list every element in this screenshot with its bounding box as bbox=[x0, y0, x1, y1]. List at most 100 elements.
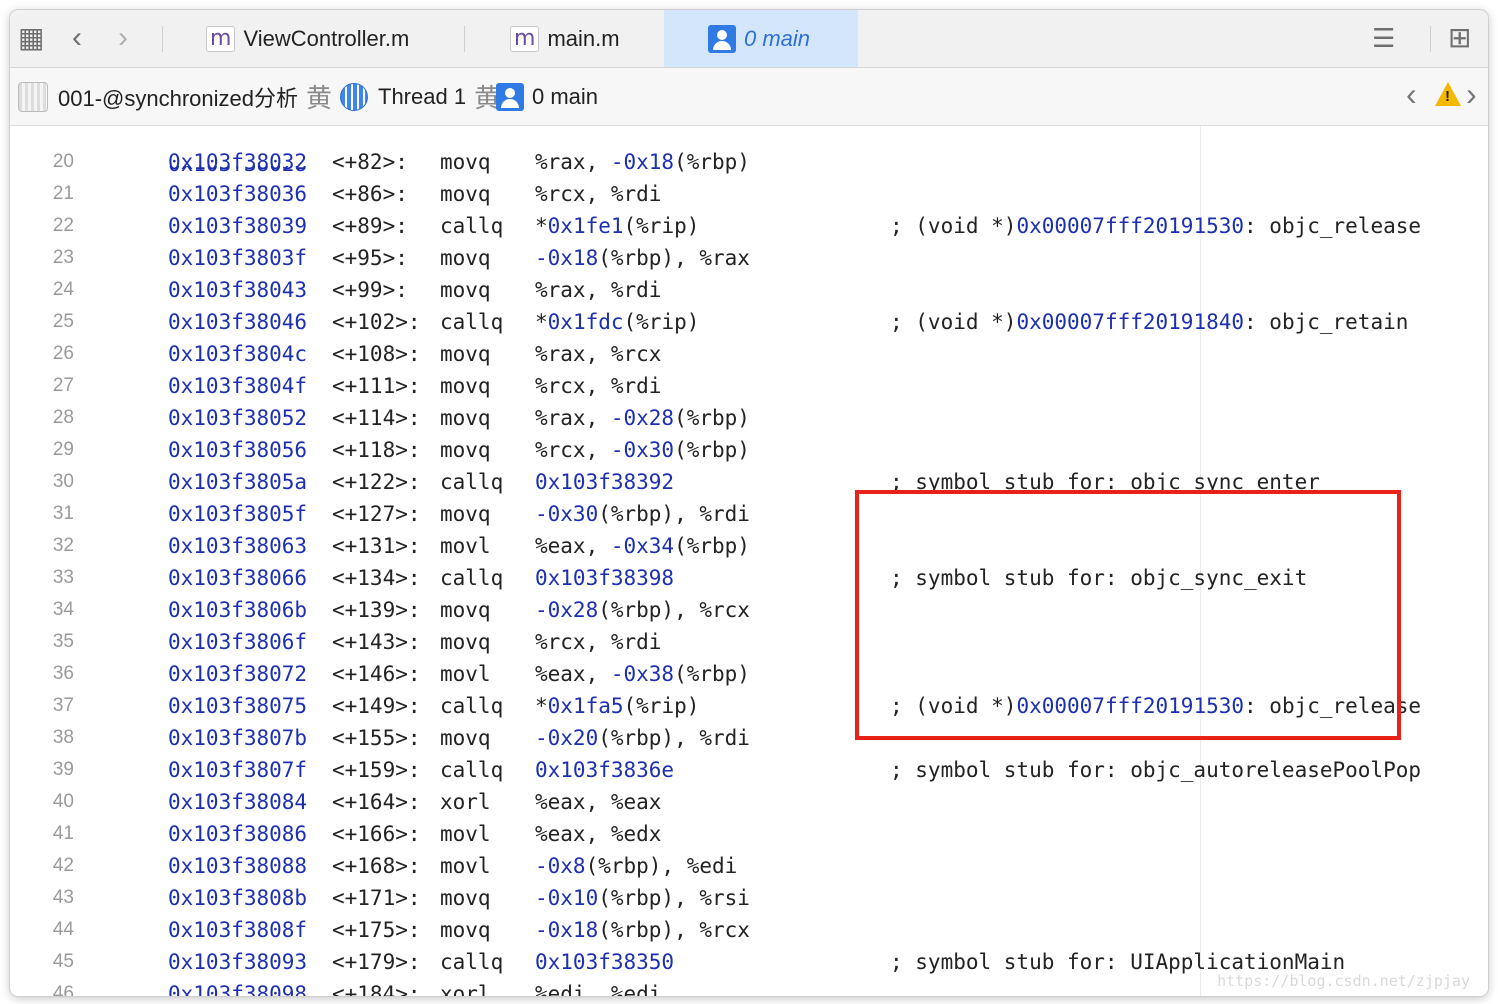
line-number: 34 bbox=[52, 599, 74, 620]
instruction-offset: <+89>: bbox=[332, 214, 408, 238]
instruction-opcode: movq bbox=[440, 630, 491, 654]
jump-bar: 001-@synchronized分析 ⻩ Thread 1 ⻩ 0 main … bbox=[10, 68, 1488, 126]
instruction-operands: *0x1fe1(%rip) bbox=[535, 214, 700, 238]
instruction-operands: 0x103f38398 bbox=[535, 566, 675, 590]
instruction-address: 0x103f38086 bbox=[168, 822, 308, 846]
line-number: 29 bbox=[52, 439, 74, 460]
instruction-address: 0x103f38056 bbox=[168, 438, 308, 462]
line-number: 46 bbox=[52, 983, 74, 996]
instruction-offset: <+134>: bbox=[332, 566, 421, 590]
line-number: 26 bbox=[52, 343, 74, 364]
instruction-offset: <+86>: bbox=[332, 182, 408, 206]
editor-options-icon[interactable]: ☰ bbox=[1372, 24, 1395, 52]
instruction-offset: <+99>: bbox=[332, 278, 408, 302]
instruction-address: 0x103f38036 bbox=[168, 182, 308, 206]
instruction-operands: -0x28(%rbp), %rcx bbox=[535, 598, 750, 622]
instruction-offset: <+82>: bbox=[332, 150, 408, 174]
instruction-opcode: movl bbox=[440, 822, 491, 846]
instruction-address: 0x103f3807b bbox=[168, 726, 308, 750]
forward-icon[interactable]: › bbox=[118, 23, 128, 53]
partial-line: 0x103f38028 bbox=[168, 152, 308, 176]
instruction-operands: -0x10(%rbp), %rsi bbox=[535, 886, 750, 910]
instruction-address: 0x103f38039 bbox=[168, 214, 308, 238]
back-icon[interactable]: ‹ bbox=[72, 23, 82, 53]
instruction-address: 0x103f38063 bbox=[168, 534, 308, 558]
instruction-operands: %edi, %edi bbox=[535, 982, 662, 996]
instruction-opcode: movq bbox=[440, 278, 491, 302]
instruction-offset: <+155>: bbox=[332, 726, 421, 750]
line-number: 42 bbox=[52, 855, 74, 876]
instruction-operands: *0x1fdc(%rip) bbox=[535, 310, 700, 334]
breadcrumb-project-label: 001-@synchronized分析 bbox=[58, 85, 298, 111]
instruction-address: 0x103f38088 bbox=[168, 854, 308, 878]
instruction-comment: ; symbol stub for: objc_autoreleasePoolP… bbox=[890, 758, 1422, 782]
instruction-offset: <+127>: bbox=[332, 502, 421, 526]
instruction-opcode: callq bbox=[440, 950, 504, 974]
instruction-operands: 0x103f38350 bbox=[535, 950, 675, 974]
tab-0-main[interactable]: 0 main bbox=[664, 10, 858, 67]
line-number: 30 bbox=[52, 471, 74, 492]
instruction-address: 0x103f3806f bbox=[168, 630, 308, 654]
disassembly-editor[interactable]: 0x103f38028 20 0x103f38032 <+82>: movq %rax,… bbox=[10, 126, 1488, 996]
breadcrumb-project[interactable]: 001-@synchronized分析 ⻩ bbox=[18, 68, 340, 125]
add-editor-icon[interactable]: ⊞ bbox=[1448, 24, 1471, 52]
instruction-address: 0x103f3804f bbox=[168, 374, 308, 398]
instruction-offset: <+114>: bbox=[332, 406, 421, 430]
previous-issue-icon[interactable]: ‹ bbox=[1406, 78, 1417, 110]
instruction-operands: -0x20(%rbp), %rdi bbox=[535, 726, 750, 750]
line-number: 37 bbox=[52, 695, 74, 716]
objc-file-icon: m bbox=[206, 25, 236, 52]
instruction-operands: *0x1fa5(%rip) bbox=[535, 694, 700, 718]
instruction-offset: <+108>: bbox=[332, 342, 421, 366]
tab-viewcontroller[interactable]: m ViewController.m bbox=[206, 10, 466, 67]
instruction-opcode: movq bbox=[440, 182, 491, 206]
instruction-offset: <+111>: bbox=[332, 374, 421, 398]
instruction-address: 0x103f3803f bbox=[168, 246, 308, 270]
instruction-address: 0x103f3804c bbox=[168, 342, 308, 366]
instruction-operands: %rax, %rdi bbox=[535, 278, 662, 302]
watermark: https://blog.csdn.net/zjpjay bbox=[1217, 972, 1470, 990]
line-number: 23 bbox=[52, 247, 74, 268]
instruction-offset: <+102>: bbox=[332, 310, 421, 334]
instruction-address: 0x103f38052 bbox=[168, 406, 308, 430]
tab-main-m[interactable]: m main.m bbox=[510, 10, 660, 67]
breadcrumb-frame[interactable]: 0 main bbox=[496, 68, 598, 125]
instruction-offset: <+184>: bbox=[332, 982, 421, 996]
instruction-address: 0x103f38084 bbox=[168, 790, 308, 814]
instruction-operands: -0x30(%rbp), %rdi bbox=[535, 502, 750, 526]
instruction-opcode: movq bbox=[440, 918, 491, 942]
instruction-opcode: movq bbox=[440, 374, 491, 398]
line-number: 31 bbox=[52, 503, 74, 524]
line-number: 22 bbox=[52, 215, 74, 236]
highlight-box bbox=[855, 490, 1401, 740]
related-items-icon[interactable]: ▦ bbox=[18, 24, 44, 52]
instruction-operands: %rax, %rcx bbox=[535, 342, 662, 366]
instruction-opcode: movq bbox=[440, 406, 491, 430]
warning-icon[interactable]: ! bbox=[1435, 82, 1461, 106]
instruction-opcode: movq bbox=[440, 150, 491, 174]
line-number: 40 bbox=[52, 791, 74, 812]
instruction-offset: <+118>: bbox=[332, 438, 421, 462]
line-number: 25 bbox=[52, 311, 74, 332]
next-issue-icon[interactable]: › bbox=[1466, 78, 1477, 110]
chevron-right-icon: ⻩ bbox=[306, 83, 333, 113]
instruction-operands: -0x8(%rbp), %edi bbox=[535, 854, 738, 878]
instruction-opcode: movq bbox=[440, 598, 491, 622]
instruction-address: 0x103f38066 bbox=[168, 566, 308, 590]
instruction-opcode: callq bbox=[440, 758, 504, 782]
instruction-offset: <+171>: bbox=[332, 886, 421, 910]
breadcrumb-thread-label: Thread 1 bbox=[378, 83, 467, 109]
line-number: 35 bbox=[52, 631, 74, 652]
instruction-opcode: callq bbox=[440, 694, 504, 718]
instruction-opcode: movq bbox=[440, 502, 491, 526]
instruction-opcode: xorl bbox=[440, 790, 491, 814]
instruction-opcode: xorl bbox=[440, 982, 491, 996]
instruction-address: 0x103f38032 bbox=[168, 150, 308, 174]
instruction-operands: %rax, -0x18(%rbp) bbox=[535, 150, 750, 174]
breadcrumb-thread[interactable]: Thread 1 ⻩ bbox=[340, 68, 508, 125]
instruction-operands: -0x18(%rbp), %rax bbox=[535, 246, 750, 270]
stack-frame-icon bbox=[708, 24, 736, 53]
instruction-operands: %rcx, %rdi bbox=[535, 374, 662, 398]
instruction-opcode: callq bbox=[440, 310, 504, 334]
instruction-opcode: movq bbox=[440, 726, 491, 750]
